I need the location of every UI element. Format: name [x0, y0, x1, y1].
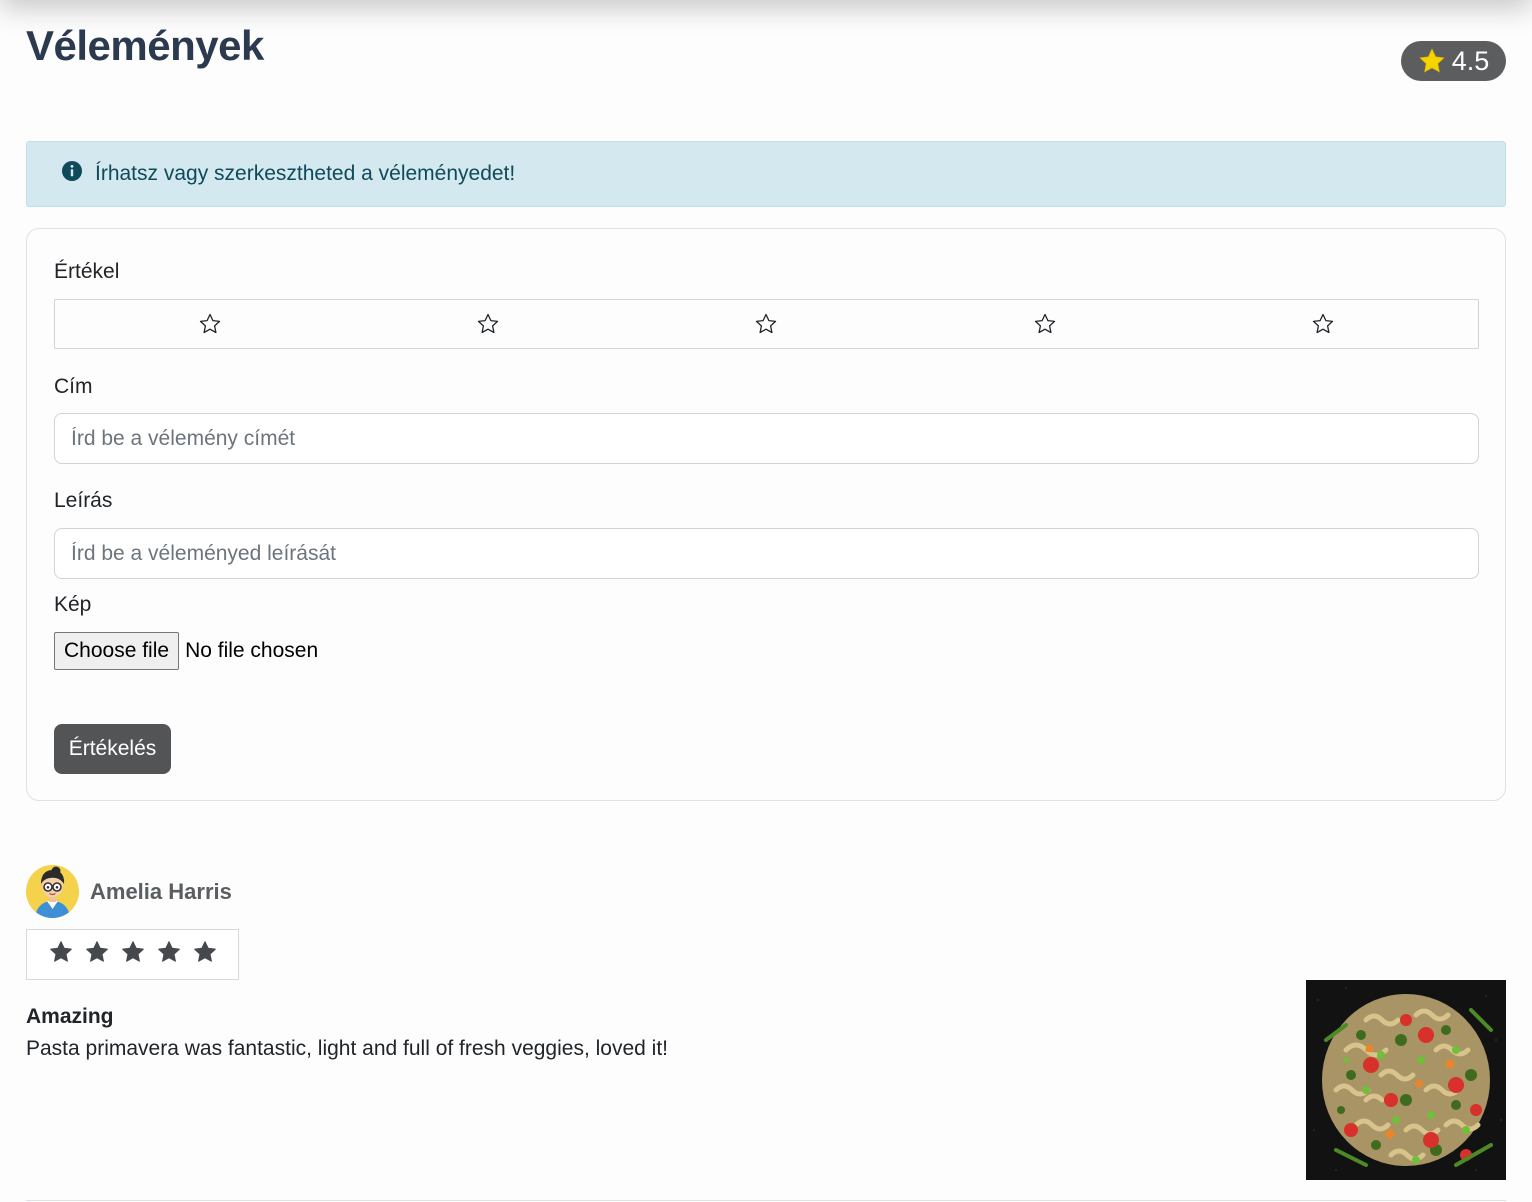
review-author-name: Amelia Harris	[90, 879, 232, 904]
review-star-rating	[26, 929, 239, 980]
star-outline-icon[interactable]	[1303, 304, 1343, 344]
title-input[interactable]	[54, 413, 1479, 464]
star-filled-icon	[192, 939, 218, 970]
alert-text: Írhatsz vagy szerkesztheted a véleményed…	[95, 162, 516, 185]
review-divider	[26, 1200, 1506, 1201]
star-outline-icon[interactable]	[746, 304, 786, 344]
rating-label: Értékel	[54, 260, 120, 283]
info-alert: Írhatsz vagy szerkesztheted a véleményed…	[26, 141, 1506, 207]
info-icon	[61, 160, 83, 188]
star-filled-icon	[120, 939, 146, 970]
description-input[interactable]	[54, 528, 1479, 579]
star-rating-input	[54, 299, 1479, 349]
avatar	[26, 865, 79, 918]
star-filled-icon	[48, 939, 74, 970]
star-outline-icon[interactable]	[190, 304, 230, 344]
description-label: Leírás	[54, 489, 113, 512]
review-photo	[1306, 980, 1506, 1180]
star-outline-icon[interactable]	[1025, 304, 1065, 344]
review-title: Amazing	[26, 1005, 114, 1028]
review-form: Értékel Cím Leírás Kép Choose file No fi…	[26, 228, 1506, 801]
title-label: Cím	[54, 375, 93, 398]
page-title: Vélemények	[26, 22, 264, 69]
submit-review-button[interactable]: Értékelés	[54, 724, 171, 774]
image-label: Kép	[54, 593, 92, 616]
star-filled-icon	[156, 939, 182, 970]
average-rating-value: 4.5	[1451, 45, 1490, 76]
star-outline-icon[interactable]	[468, 304, 508, 344]
star-filled-icon	[84, 939, 110, 970]
average-rating-badge: 4.5	[1401, 41, 1506, 81]
review-body: Pasta primavera was fantastic, light and…	[26, 1037, 668, 1060]
choose-file-button[interactable]: Choose file	[54, 632, 180, 670]
file-status-text: No file chosen	[185, 639, 319, 662]
file-picker: Choose file No file chosen	[54, 632, 318, 670]
star-filled-icon	[1418, 47, 1446, 75]
